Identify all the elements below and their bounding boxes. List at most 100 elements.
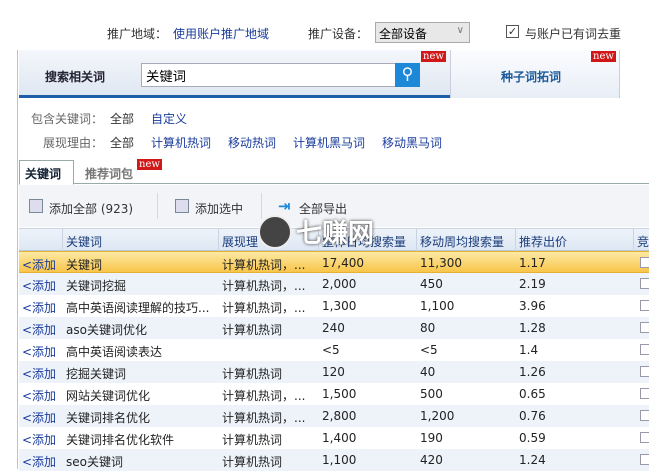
search-icon: ⚲: [401, 64, 414, 83]
row-checkbox[interactable]: [640, 454, 649, 465]
cell-reason: 计算机热词: [222, 367, 283, 381]
chevron-down-icon: ∨: [456, 25, 464, 36]
export-icon: ⇥: [278, 197, 291, 215]
cell-bid: 3.96: [519, 299, 546, 313]
tab-keywords[interactable]: 关键词: [19, 160, 74, 185]
new-badge: new: [137, 159, 162, 170]
row-checkbox[interactable]: [640, 410, 649, 421]
cell-keyword: 网站关键词优化: [66, 389, 151, 403]
tab-packages[interactable]: 推荐词包: [85, 165, 133, 182]
add-link[interactable]: <添加: [22, 431, 56, 448]
row-checkbox[interactable]: [640, 432, 649, 443]
add-link[interactable]: <添加: [22, 453, 56, 470]
table-row[interactable]: <添加 高中英语阅读表达 <5 <5 1.4: [19, 339, 649, 361]
include-label: 包含关键词：: [31, 112, 104, 126]
row-checkbox[interactable]: [640, 278, 649, 289]
row-checkbox[interactable]: [640, 257, 649, 268]
cell-reason: 计算机热词，...: [222, 258, 306, 272]
table-row[interactable]: <添加 关键词排名优化软件 计算机热词 1,400 190 0.59: [19, 427, 649, 449]
add-link[interactable]: <添加: [22, 387, 56, 404]
table-row[interactable]: <添加 aso关键词优化 计算机热词 240 80 1.28: [19, 317, 649, 339]
cell-reason: 计算机热词，...: [222, 389, 306, 403]
reason-all[interactable]: 全部: [110, 134, 134, 151]
device-select[interactable]: 全部设备 ∨: [375, 22, 470, 43]
cell-daily-search: 120: [322, 365, 345, 379]
header-mobile-search[interactable]: 移动周均搜索量: [420, 233, 504, 250]
table-row[interactable]: <添加 关键词挖掘 计算机热词，... 2,000 450 2.19: [19, 273, 649, 295]
cell-bid: 1.17: [519, 256, 546, 270]
row-checkbox[interactable]: [640, 300, 649, 311]
cell-bid: 0.76: [519, 409, 546, 423]
table-row[interactable]: <添加 网站关键词优化 计算机热词，... 1,500 500 0.65: [19, 383, 649, 405]
header-competition[interactable]: 竞: [637, 233, 649, 250]
cell-bid: 1.4: [519, 343, 539, 357]
reason-mobile-hot[interactable]: 移动热词: [228, 134, 276, 151]
add-selected-icon: [175, 199, 189, 213]
search-button[interactable]: ⚲: [395, 63, 420, 87]
dedupe-label: 与账户已有词去重: [525, 27, 622, 41]
cell-keyword: 高中英语阅读理解的技巧...: [66, 301, 210, 315]
filter-bar: 推广地域： 使用账户推广地域 推广设备： 全部设备 ∨ ✓ 与账户已有词去重: [0, 0, 649, 50]
table-row[interactable]: <添加 高中英语阅读理解的技巧... 计算机热词，... 1,300 1,100 3.96: [19, 295, 649, 317]
row-checkbox[interactable]: [640, 366, 649, 377]
cell-bid: 1.28: [519, 321, 546, 335]
cell-daily-search: 1,100: [322, 453, 357, 467]
add-all-icon: [29, 199, 43, 213]
cell-mobile-search: 420: [420, 453, 443, 467]
add-link[interactable]: <添加: [22, 256, 56, 273]
cell-reason: 计算机热词: [222, 433, 283, 447]
row-checkbox[interactable]: [640, 388, 649, 399]
cell-bid: 2.19: [519, 277, 546, 291]
cell-daily-search: 1,500: [322, 387, 357, 401]
cell-mobile-search: 190: [420, 431, 443, 445]
watermark-logo: [258, 215, 292, 249]
cell-mobile-search: 40: [420, 365, 436, 379]
cell-reason: 计算机热词: [222, 323, 283, 337]
row-checkbox[interactable]: [640, 322, 649, 333]
row-checkbox[interactable]: [640, 344, 649, 355]
add-all-button[interactable]: 添加全部 (923): [49, 200, 133, 217]
dedupe-checkbox[interactable]: ✓: [506, 25, 519, 38]
add-link[interactable]: <添加: [22, 343, 56, 360]
divider: [261, 193, 262, 219]
header-keyword[interactable]: 关键词: [66, 233, 102, 250]
region-link[interactable]: 使用账户推广地域: [173, 25, 269, 42]
table-row[interactable]: <添加 关键词 计算机热词，... 17,400 11,300 1.17: [19, 251, 649, 273]
header-reason[interactable]: 展现理: [222, 233, 258, 250]
reason-mobile-dark[interactable]: 移动黑马词: [382, 134, 442, 151]
divider: [157, 193, 158, 219]
new-badge: new: [591, 51, 616, 62]
cell-keyword: aso关键词优化: [66, 323, 147, 337]
table-row[interactable]: <添加 挖掘关键词 计算机热词 120 40 1.26: [19, 361, 649, 383]
cell-daily-search: 1,400: [322, 431, 357, 445]
search-tab-label: 搜索相关词: [45, 70, 106, 84]
header-bid[interactable]: 推荐出价: [519, 233, 567, 250]
add-selected-button[interactable]: 添加选中: [195, 200, 243, 217]
cell-keyword: 关键词排名优化: [66, 411, 151, 425]
table-row[interactable]: <添加 关键词排名优化 计算机热词，... 2,800 1,200 0.76: [19, 405, 649, 427]
cell-keyword: 关键词: [66, 258, 103, 272]
add-link[interactable]: <添加: [22, 299, 56, 316]
search-input[interactable]: [141, 63, 396, 87]
reason-label: 展现理由：: [43, 136, 104, 150]
reason-pc-hot[interactable]: 计算机热词: [151, 134, 211, 151]
cell-mobile-search: 80: [420, 321, 436, 335]
cell-reason: 计算机热词，...: [222, 301, 306, 315]
cell-keyword: 关键词挖掘: [66, 279, 127, 293]
include-all[interactable]: 全部: [110, 110, 134, 127]
add-link[interactable]: <添加: [22, 321, 56, 338]
cell-daily-search: 2,000: [322, 277, 357, 291]
cell-mobile-search: 1,200: [420, 409, 455, 423]
cell-reason: 计算机热词，...: [222, 411, 306, 425]
reason-pc-dark[interactable]: 计算机黑马词: [293, 134, 365, 151]
cell-bid: 0.65: [519, 387, 546, 401]
device-value: 全部设备: [379, 27, 428, 41]
table-row[interactable]: <添加 seo关键词 计算机热词 1,100 420 1.24: [19, 449, 649, 471]
include-custom[interactable]: 自定义: [151, 110, 187, 127]
cell-daily-search: 240: [322, 321, 345, 335]
cell-keyword: 高中英语阅读表达: [66, 345, 163, 359]
add-link[interactable]: <添加: [22, 409, 56, 426]
add-link[interactable]: <添加: [22, 277, 56, 294]
cell-daily-search: 2,800: [322, 409, 357, 423]
add-link[interactable]: <添加: [22, 365, 56, 382]
